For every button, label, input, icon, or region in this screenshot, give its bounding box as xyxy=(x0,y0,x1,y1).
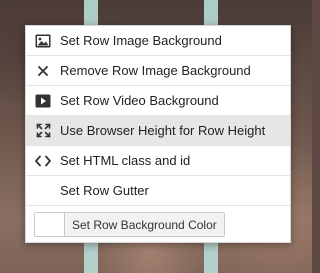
menu-item-label: Set Row Gutter xyxy=(60,183,149,198)
expand-icon xyxy=(34,122,52,140)
color-swatch[interactable] xyxy=(35,213,65,236)
menu-item-html-class-id[interactable]: Set HTML class and id xyxy=(26,146,290,176)
menu-item-label: Set Row Video Background xyxy=(60,93,219,108)
video-play-icon xyxy=(34,92,52,110)
background-color-row: Set Row Background Color xyxy=(26,206,290,243)
set-background-color-button[interactable]: Set Row Background Color xyxy=(34,212,225,237)
menu-item-set-image-background[interactable]: Set Row Image Background xyxy=(26,26,290,56)
menu-item-remove-image-background[interactable]: Remove Row Image Background xyxy=(26,56,290,86)
set-background-color-label: Set Row Background Color xyxy=(65,213,224,236)
menu-item-label: Set Row Image Background xyxy=(60,33,222,48)
menu-item-set-video-background[interactable]: Set Row Video Background xyxy=(26,86,290,116)
close-icon xyxy=(34,62,52,80)
menu-item-label: Set HTML class and id xyxy=(60,153,191,168)
menu-item-label: Use Browser Height for Row Height xyxy=(60,123,266,138)
image-icon xyxy=(34,32,52,50)
menu-item-label: Remove Row Image Background xyxy=(60,63,251,78)
row-context-menu: Set Row Image Background Remove Row Imag… xyxy=(25,25,291,243)
menu-item-row-gutter[interactable]: Set Row Gutter xyxy=(26,176,290,206)
code-icon xyxy=(34,152,52,170)
menu-item-browser-height[interactable]: Use Browser Height for Row Height xyxy=(26,116,290,146)
